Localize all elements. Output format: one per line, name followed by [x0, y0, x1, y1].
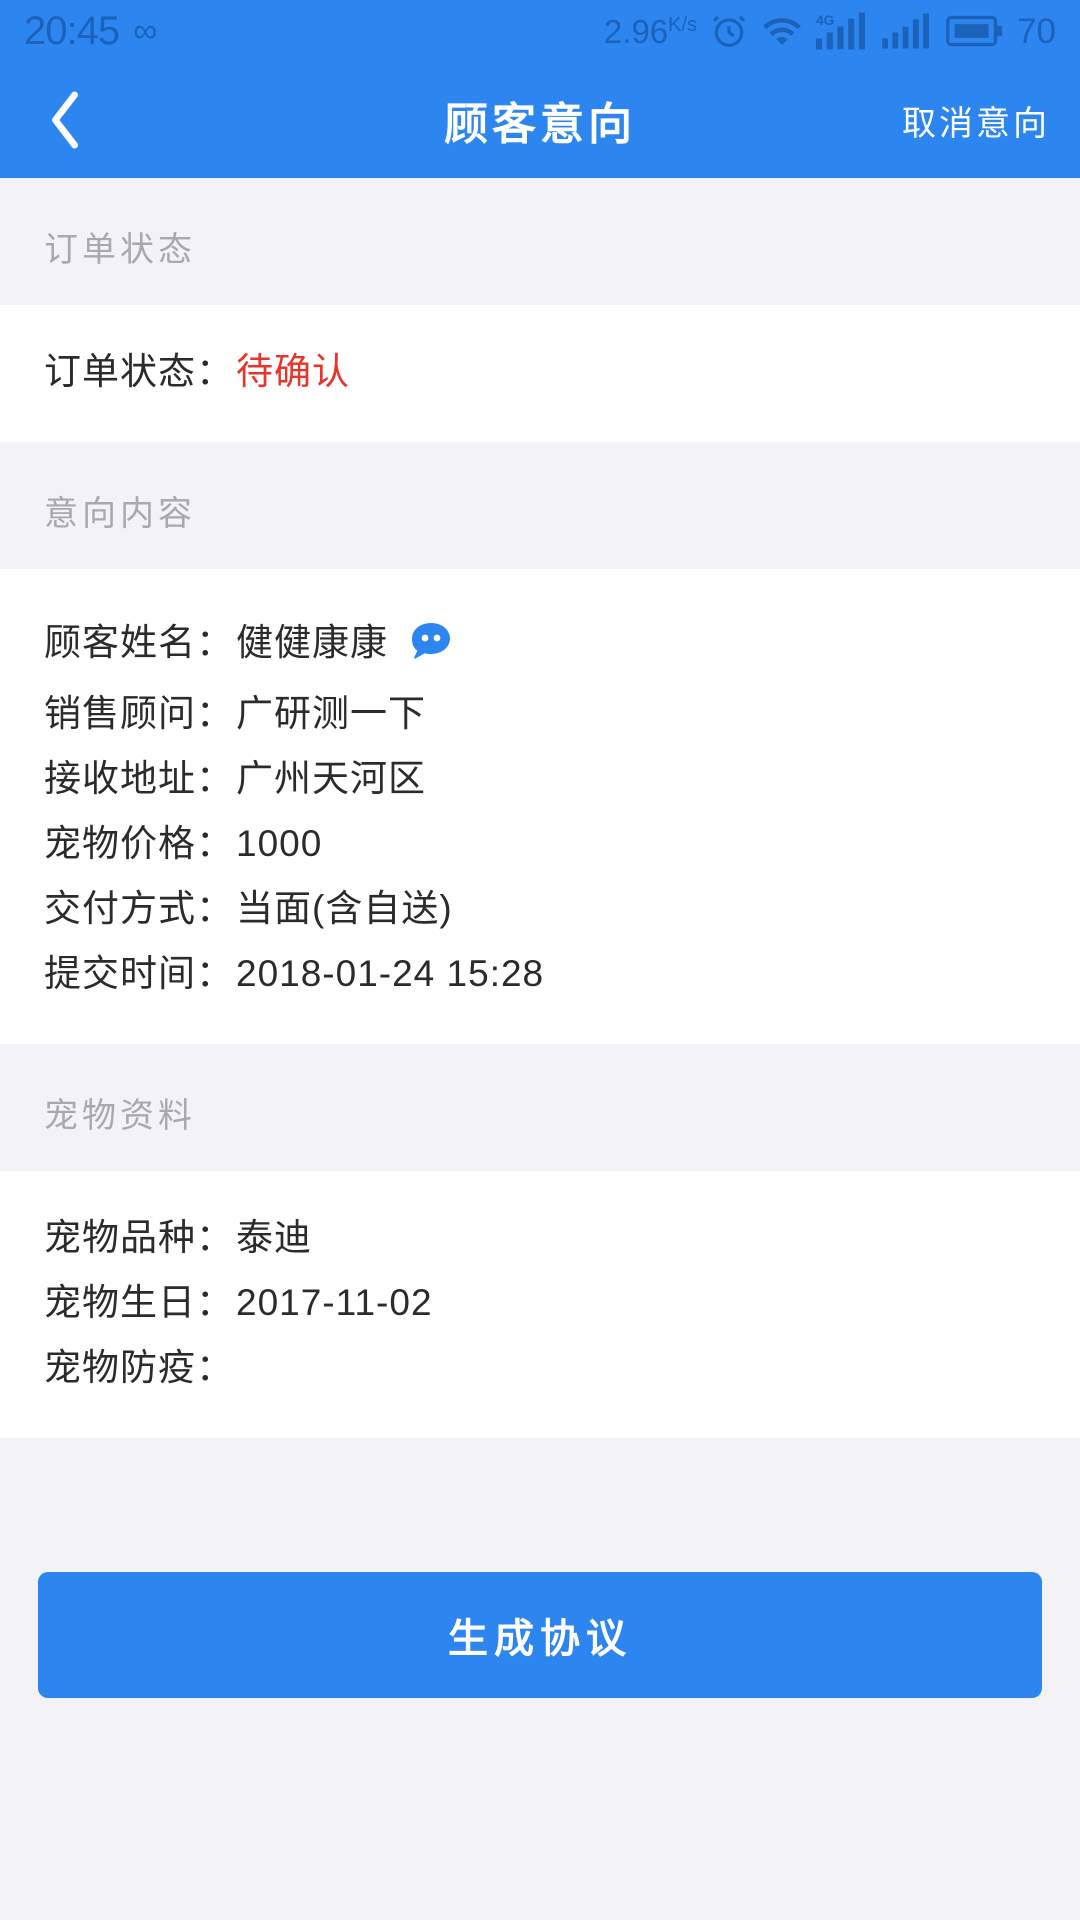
nav-bar: 顾客意向 取消意向: [0, 62, 1080, 178]
status-badge: 待确认: [236, 351, 350, 392]
row-label: 顾客姓名：: [44, 621, 234, 663]
status-bar: 20:45 ∞ 2.96K/s 4G 70: [0, 0, 1080, 62]
chevron-left-icon: [45, 89, 85, 151]
row-label: 宠物防疫：: [44, 1347, 234, 1388]
row-label: 订单状态：: [44, 351, 234, 392]
row-label: 宠物生日：: [44, 1282, 234, 1323]
table-row: 提交时间： 2018-01-24 15:28: [44, 941, 1036, 1006]
signal-bars-icon: [881, 12, 933, 50]
table-row: 订单状态： 待确认: [44, 339, 1036, 404]
footer-action-area: 生成协议: [0, 1550, 1080, 1698]
generate-agreement-button[interactable]: 生成协议: [38, 1572, 1042, 1698]
table-row: 交付方式： 当面(含自送): [44, 876, 1036, 941]
row-label: 交付方式：: [44, 888, 234, 929]
battery-level: 70: [1017, 11, 1056, 51]
row-label: 宠物品种：: [44, 1217, 234, 1258]
row-value-pet-price: 1000: [236, 823, 323, 864]
status-time: 20:45: [24, 9, 120, 53]
row-label: 提交时间：: [44, 953, 234, 994]
row-value-delivery-method: 当面(含自送): [236, 888, 453, 929]
table-row: 销售顾问： 广研测一下: [44, 681, 1036, 746]
row-value-submit-time: 2018-01-24 15:28: [236, 953, 545, 994]
row-value-receive-address: 广州天河区: [236, 758, 426, 799]
row-value-pet-birthday: 2017-11-02: [236, 1282, 433, 1323]
chat-bubble-icon[interactable]: [406, 617, 456, 667]
row-label: 接收地址：: [44, 758, 234, 799]
infinity-icon: ∞: [133, 12, 158, 50]
row-value-sales-advisor: 广研测一下: [236, 693, 426, 734]
battery-icon: [946, 14, 1004, 48]
card-order-status: 订单状态： 待确认: [0, 305, 1080, 442]
table-row: 宠物品种： 泰迪: [44, 1205, 1036, 1270]
signal-4g-icon: 4G: [816, 11, 868, 51]
status-bar-right: 2.96K/s 4G 70: [604, 11, 1056, 51]
row-value-pet-breed: 泰迪: [236, 1217, 312, 1258]
back-button[interactable]: [30, 85, 100, 155]
cancel-intent-button[interactable]: 取消意向: [902, 96, 1050, 145]
content-spacer: [0, 1438, 1080, 1550]
row-value-customer-name: 健健康康: [236, 621, 388, 663]
network-speed-label: 2.96K/s: [603, 12, 698, 50]
section-header-order-status: 订单状态: [0, 178, 1080, 305]
table-row: 顾客姓名： 健健康康: [44, 603, 1036, 681]
card-intent-content: 顾客姓名： 健健康康 销售顾问： 广研测一下 接收地址： 广州天河区 宠物价格：…: [0, 569, 1080, 1044]
bottom-filler: [0, 1698, 1080, 1920]
table-row: 接收地址： 广州天河区: [44, 746, 1036, 811]
app-root: 20:45 ∞ 2.96K/s 4G 70 顾客意向 取消意向 订单状态 订单状…: [0, 0, 1080, 1920]
wifi-download-icon: [761, 12, 803, 50]
card-pet-info: 宠物品种： 泰迪 宠物生日： 2017-11-02 宠物防疫：: [0, 1171, 1080, 1438]
row-label: 宠物价格：: [44, 823, 234, 864]
section-header-intent-content: 意向内容: [0, 442, 1080, 569]
row-label: 销售顾问：: [44, 693, 234, 734]
table-row: 宠物价格： 1000: [44, 811, 1036, 876]
svg-text:4G: 4G: [816, 13, 834, 28]
alarm-clock-icon: [710, 12, 748, 50]
table-row: 宠物防疫：: [44, 1335, 1036, 1400]
status-bar-left: 20:45 ∞: [24, 11, 157, 51]
section-header-pet-info: 宠物资料: [0, 1044, 1080, 1171]
table-row: 宠物生日： 2017-11-02: [44, 1270, 1036, 1335]
